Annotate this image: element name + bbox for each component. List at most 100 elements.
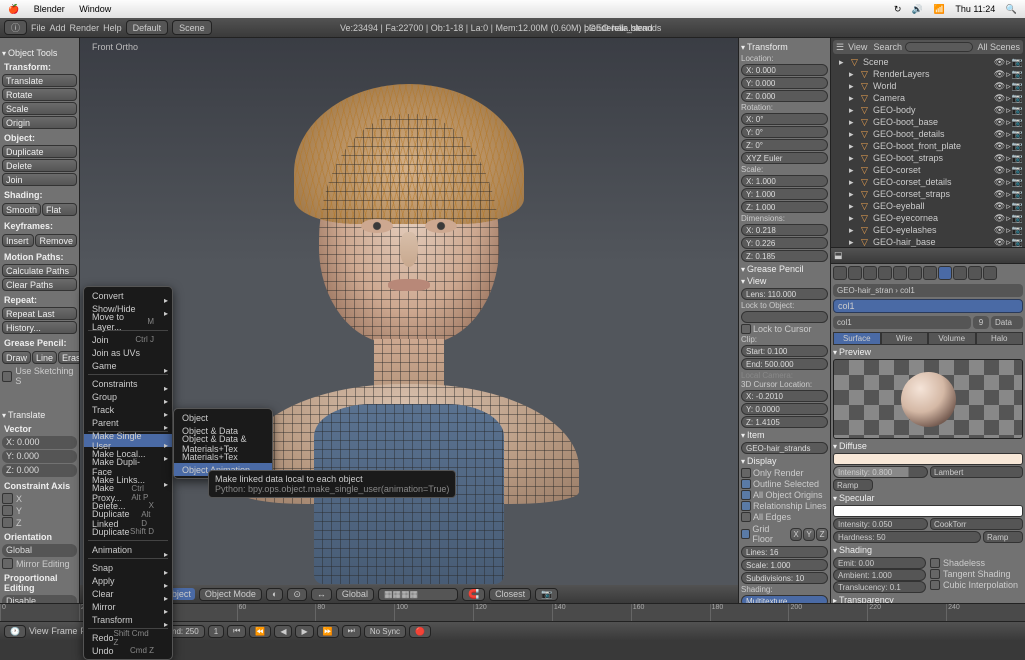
shading-panel-header[interactable]: Shading [833,545,1023,555]
all-origins-check[interactable]: All Object Origins [741,490,828,500]
translucency-slider[interactable]: Translucency: 0.1 [833,581,926,593]
loc-y-field[interactable]: Y: 0.000 [741,77,828,89]
visibility-icon[interactable]: 👁 [994,165,1005,176]
renderable-icon[interactable]: 📷 [1012,81,1023,92]
tab-object[interactable] [878,266,892,280]
vector-z-field[interactable]: Z: 0.000 [2,464,77,477]
ambient-slider[interactable]: Ambient: 1.000 [833,569,926,581]
clear-paths-button[interactable]: Clear Paths [2,278,77,291]
dim-z-field[interactable]: Z: 0.185 [741,250,828,262]
grid-z-toggle[interactable]: Z [816,528,828,541]
specular-shader-dropdown[interactable]: CookTorr [930,518,1023,530]
outliner-expand-icon[interactable]: ▸ [849,117,859,127]
mac-wifi-icon[interactable]: 📶 [934,4,945,14]
item-name-field[interactable]: GEO-hair_strands [741,442,828,454]
menu-item[interactable]: Move to Layer...M [84,315,172,328]
outliner-item[interactable]: ▸▽GEO-boot_details👁▹📷 [833,128,1023,140]
visibility-icon[interactable]: 👁 [994,141,1005,152]
editor-type-icon[interactable]: ⓘ [4,20,27,35]
menu-item[interactable]: Game [84,359,172,372]
gp-line-button[interactable]: Line [32,351,57,364]
outliner-expand-icon[interactable]: ▸ [849,129,859,139]
renderable-icon[interactable]: 📷 [1012,153,1023,164]
selectable-icon[interactable]: ▹ [1006,117,1011,128]
selectable-icon[interactable]: ▹ [1006,213,1011,224]
renderable-icon[interactable]: 📷 [1012,189,1023,200]
outliner-item[interactable]: ▸▽GEO-corset_details👁▹📷 [833,176,1023,188]
visibility-icon[interactable]: 👁 [994,225,1005,236]
rot-mode-dropdown[interactable]: XYZ Euler [741,152,828,164]
scale-button[interactable]: Scale [2,102,77,115]
grid-y-toggle[interactable]: Y [803,528,815,541]
insert-keyframe-button[interactable]: Insert [2,234,34,247]
timeline-editor-icon[interactable]: 🕐 [4,625,26,638]
delete-button[interactable]: Delete [2,159,77,172]
outliner-item[interactable]: ▸▽GEO-body👁▹📷 [833,104,1023,116]
object-tools-panel[interactable]: Object Tools [2,48,77,58]
only-render-check[interactable]: Only Render [741,468,828,478]
rotate-button[interactable]: Rotate [2,88,77,101]
selectable-icon[interactable]: ▹ [1006,141,1011,152]
lock-object-field[interactable] [741,311,828,323]
tl-prev-keyframe-button[interactable]: ⏪ [249,625,271,638]
menu-item[interactable]: Animation [84,543,172,556]
apple-icon[interactable]: 🍎 [8,4,19,14]
translate-operator-panel[interactable]: Translate [2,410,77,420]
scale-z-field[interactable]: Z: 1.000 [741,201,828,213]
tab-texture[interactable] [953,266,967,280]
menu-file[interactable]: File [31,23,46,33]
remove-keyframe-button[interactable]: Remove [35,234,77,247]
cursor-y-field[interactable]: Y: 0.0000 [741,403,828,415]
item-panel-header[interactable]: Item [741,430,828,440]
outliner-item[interactable]: ▸▽GEO-eyecornea👁▹📷 [833,212,1023,224]
menu-item[interactable]: Make Proxy...Ctrl Alt P [84,486,172,499]
hardness-slider[interactable]: Hardness: 50 [833,531,981,543]
datablock-breadcrumb[interactable]: GEO-hair_stran › col1 [833,284,1023,297]
mac-clock[interactable]: Thu 11:24 [955,4,995,14]
clip-end-field[interactable]: End: 500.000 [741,358,828,370]
origin-button[interactable]: Origin [2,116,77,129]
vector-y-field[interactable]: Y: 0.000 [2,450,77,463]
tl-frame-menu[interactable]: Frame [51,626,77,636]
tab-constraints[interactable] [893,266,907,280]
tl-play-button[interactable]: ▶ [295,625,313,638]
dim-x-field[interactable]: X: 0.218 [741,224,828,236]
outliner-view-menu[interactable]: View [848,42,867,52]
all-edges-check[interactable]: All Edges [741,512,828,522]
diffuse-ramp-toggle[interactable]: Ramp [833,479,873,491]
menu-render[interactable]: Render [70,23,100,33]
gp-draw-button[interactable]: Draw [2,351,31,364]
type-surface[interactable]: Surface [833,332,881,345]
rot-y-field[interactable]: Y: 0° [741,126,828,138]
visibility-icon[interactable]: 👁 [994,69,1005,80]
outliner-editor-icon[interactable]: ☰ [836,42,844,53]
renderable-icon[interactable]: 📷 [1012,129,1023,140]
manipulator-toggle[interactable]: ↔ [311,588,332,601]
layers-buttons[interactable]: ▦▦▦▦ [378,588,458,601]
outliner-item[interactable]: ▸▽GEO-corset👁▹📷 [833,164,1023,176]
scale-x-field[interactable]: X: 1.000 [741,175,828,187]
visibility-icon[interactable]: 👁 [994,237,1005,248]
visibility-icon[interactable]: 👁 [994,189,1005,200]
tl-current-field[interactable]: 1 [208,625,224,638]
menu-item[interactable]: Clear [84,587,172,600]
outliner-expand-icon[interactable]: ▸ [849,165,859,175]
visibility-icon[interactable]: 👁 [994,81,1005,92]
join-button[interactable]: Join [2,173,77,186]
clip-start-field[interactable]: Start: 0.100 [741,345,828,357]
mac-app-name[interactable]: Blender [34,4,65,14]
cursor-z-field[interactable]: Z: 1.4105 [741,416,828,428]
diffuse-color-swatch[interactable] [833,453,1023,465]
selectable-icon[interactable]: ▹ [1006,225,1011,236]
visibility-icon[interactable]: 👁 [994,105,1005,116]
lock-to-cursor-check[interactable]: Lock to Cursor [741,324,828,334]
visibility-icon[interactable]: 👁 [994,153,1005,164]
tab-material[interactable] [938,266,952,280]
renderable-icon[interactable]: 📷 [1012,105,1023,116]
lens-field[interactable]: Lens: 110.000 [741,288,828,300]
screen-layout-dropdown[interactable]: Default [126,20,169,35]
grid-lines-field[interactable]: Lines: 16 [741,546,828,558]
loc-x-field[interactable]: X: 0.000 [741,64,828,76]
tab-data[interactable] [923,266,937,280]
material-link-dropdown[interactable]: Data [991,316,1023,329]
